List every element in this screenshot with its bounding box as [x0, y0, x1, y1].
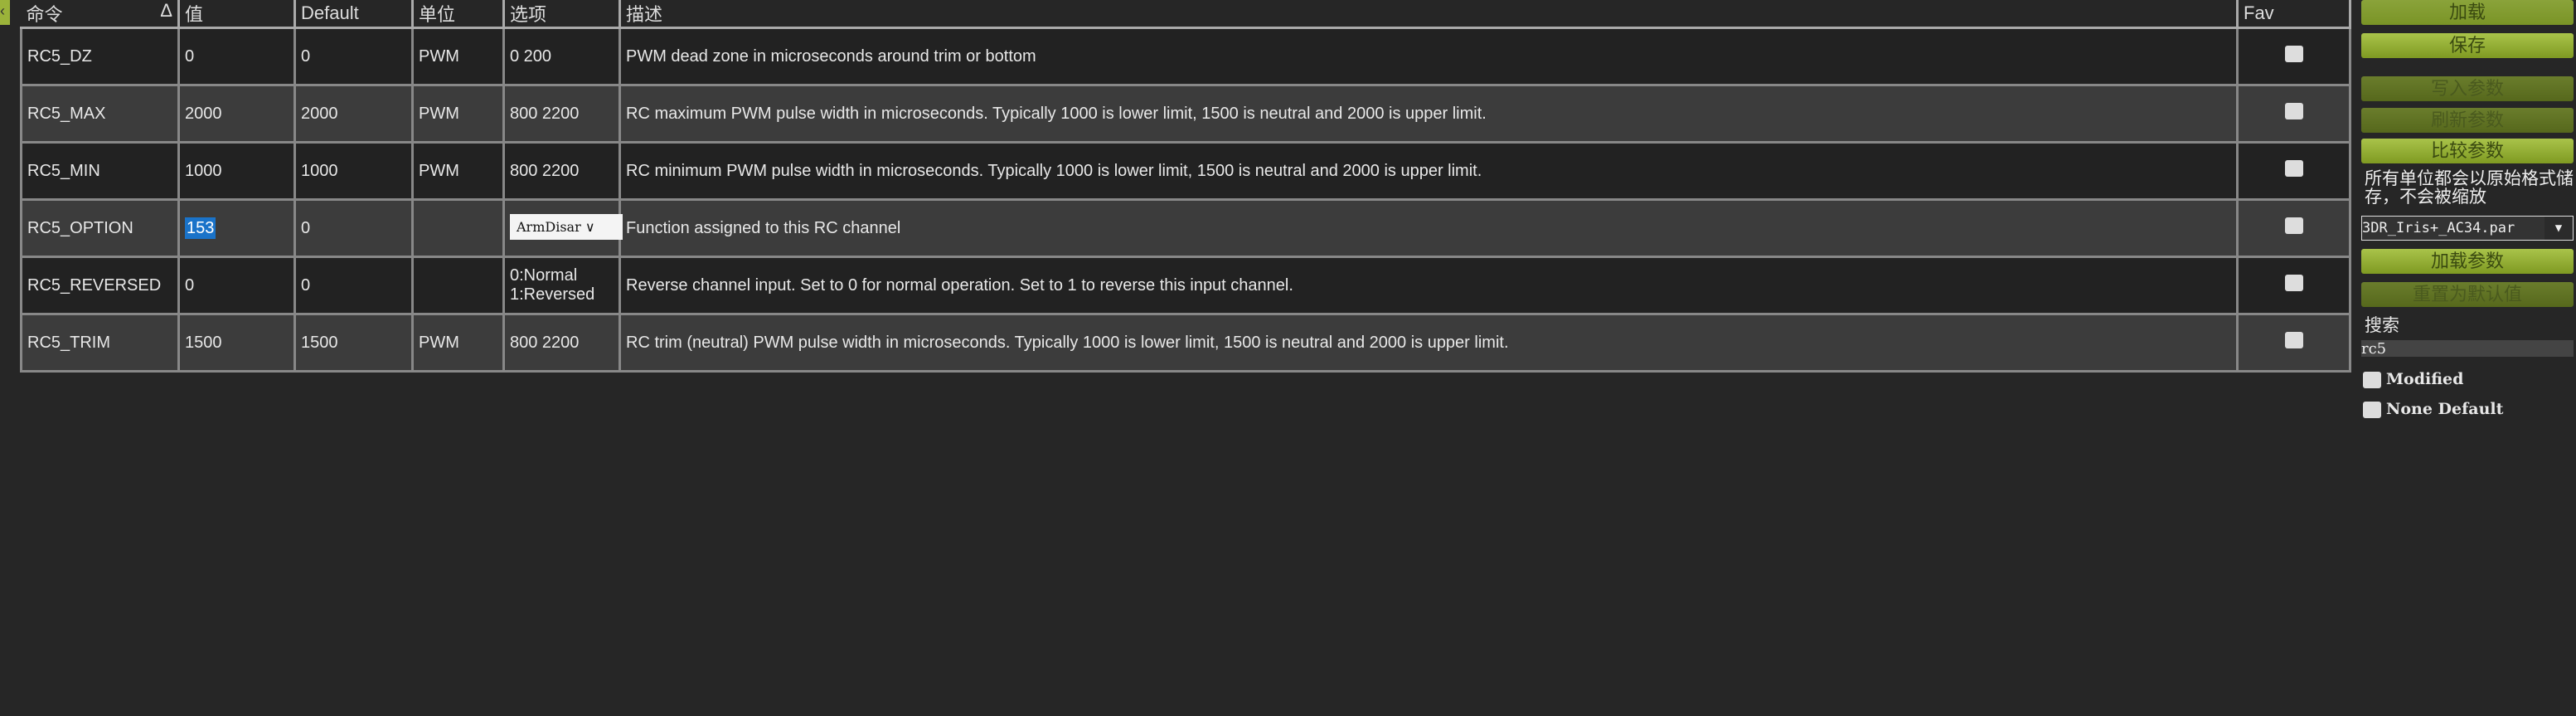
save-button[interactable]: 保存 — [2361, 33, 2574, 58]
cell-command: RC5_MIN — [20, 141, 180, 201]
param-file-select[interactable]: 3DR_Iris+_AC34.par ▼ — [2361, 216, 2574, 241]
cell-value[interactable]: 2000 — [177, 84, 296, 144]
reset-default-button[interactable]: 重置为默认值 — [2361, 282, 2574, 307]
options-text: 800 2200 — [510, 333, 580, 352]
cell-units — [411, 256, 505, 315]
cell-units — [411, 198, 505, 258]
table-row[interactable]: RC5_MIN 1000 1000 PWM 800 2200 RC minimu… — [20, 141, 2351, 201]
cell-fav[interactable] — [2236, 27, 2351, 86]
cell-description: Reverse channel input. Set to 0 for norm… — [619, 256, 2239, 315]
table-row[interactable]: RC5_OPTION 153 0 ArmDisar ∨ Function ass… — [20, 198, 2351, 258]
value-text[interactable]: 0 — [185, 47, 194, 66]
cell-command: RC5_REVERSED — [20, 256, 180, 315]
cell-default: 2000 — [293, 84, 414, 144]
fav-checkbox[interactable] — [2284, 332, 2303, 348]
value-text[interactable]: 0 — [185, 276, 194, 295]
cell-description: RC maximum PWM pulse width in microsecon… — [619, 84, 2239, 144]
param-file-value: 3DR_Iris+_AC34.par — [2362, 220, 2515, 236]
header-default[interactable]: Default — [294, 0, 414, 29]
modified-label: Modified — [2386, 370, 2464, 388]
header-command[interactable]: 命令 Δ — [21, 0, 180, 29]
value-text[interactable]: 2000 — [185, 105, 222, 123]
cell-fav[interactable] — [2236, 141, 2351, 201]
cell-default: 0 — [293, 27, 414, 86]
cell-options: 800 2200 — [502, 141, 621, 201]
chevron-down-icon: ∨ — [585, 218, 595, 235]
cell-options: 0:Normal 1:Reversed — [502, 256, 621, 315]
cell-fav[interactable] — [2236, 256, 2351, 315]
cell-options: 800 2200 — [502, 84, 621, 144]
checkbox-icon[interactable] — [2363, 372, 2381, 388]
checkbox-icon[interactable] — [2363, 402, 2381, 418]
sort-icon: Δ — [160, 0, 172, 21]
cell-options: 800 2200 — [502, 313, 621, 373]
search-label: 搜索 — [2365, 316, 2399, 335]
cell-value[interactable]: 153 — [177, 198, 296, 258]
fav-checkbox[interactable] — [2284, 275, 2303, 291]
params-table: 命令 Δ 值 Default 单位 选项 描述 Fav RC5_DZ 0 0 PW… — [20, 0, 2351, 373]
cell-options: 0 200 — [502, 27, 621, 86]
header-value[interactable]: 值 — [178, 0, 296, 29]
cell-default: 1500 — [293, 313, 414, 373]
cell-command: RC5_MAX — [20, 84, 180, 144]
table-row[interactable]: RC5_MAX 2000 2000 PWM 800 2200 RC maximu… — [20, 84, 2351, 144]
cell-description: Function assigned to this RC channel — [619, 198, 2239, 258]
options-text: 800 2200 — [510, 104, 580, 123]
cell-units: PWM — [411, 141, 505, 201]
fav-checkbox[interactable] — [2284, 103, 2303, 119]
cell-units: PWM — [411, 27, 505, 86]
fav-checkbox[interactable] — [2284, 160, 2303, 177]
option-select[interactable]: ArmDisar ∨ — [510, 213, 623, 240]
chevron-down-icon[interactable]: ▼ — [2544, 217, 2573, 240]
fav-checkbox[interactable] — [2284, 217, 2303, 234]
fav-checkbox[interactable] — [2284, 46, 2303, 62]
cell-fav[interactable] — [2236, 84, 2351, 144]
cell-value[interactable]: 1500 — [177, 313, 296, 373]
options-text: 800 2200 — [510, 161, 580, 180]
cell-default: 0 — [293, 198, 414, 258]
load-params-button[interactable]: 加载参数 — [2361, 249, 2574, 274]
cell-value[interactable]: 0 — [177, 27, 296, 86]
value-text[interactable]: 1000 — [185, 162, 222, 180]
value-text[interactable]: 1500 — [185, 334, 222, 352]
write-params-button[interactable]: 写入参数 — [2361, 76, 2574, 101]
units-note: 所有单位都会以原始格式储存，不会被缩放 — [2365, 169, 2574, 207]
cell-units: PWM — [411, 313, 505, 373]
cell-value[interactable]: 1000 — [177, 141, 296, 201]
collapse-panel-button[interactable]: ‹ — [0, 0, 10, 25]
cell-command: RC5_OPTION — [20, 198, 180, 258]
table-row[interactable]: RC5_REVERSED 0 0 0:Normal 1:Reversed Rev… — [20, 256, 2351, 315]
cell-description: RC trim (neutral) PWM pulse width in mic… — [619, 313, 2239, 373]
cell-description: PWM dead zone in microseconds around tri… — [619, 27, 2239, 86]
cell-value[interactable]: 0 — [177, 256, 296, 315]
table-row[interactable]: RC5_DZ 0 0 PWM 0 200 PWM dead zone in mi… — [20, 27, 2351, 86]
cell-fav[interactable] — [2236, 198, 2351, 258]
cell-units: PWM — [411, 84, 505, 144]
none-default-checkbox[interactable]: None Default — [2363, 400, 2503, 418]
cell-fav[interactable] — [2236, 313, 2351, 373]
options-text: 0 200 — [510, 46, 552, 66]
options-text: 0:Normal 1:Reversed — [510, 266, 595, 304]
cell-description: RC minimum PWM pulse width in microsecon… — [619, 141, 2239, 201]
header-fav[interactable]: Fav — [2237, 0, 2351, 29]
header-units[interactable]: 单位 — [412, 0, 505, 29]
header-options[interactable]: 选项 — [503, 0, 621, 29]
search-input[interactable] — [2361, 340, 2574, 357]
none-default-label: None Default — [2386, 400, 2504, 418]
modified-checkbox[interactable]: Modified — [2363, 370, 2463, 388]
cell-default: 1000 — [293, 141, 414, 201]
header-description[interactable]: 描述 — [619, 0, 2239, 29]
cell-command: RC5_DZ — [20, 27, 180, 86]
load-button[interactable]: 加载 — [2361, 0, 2574, 25]
cell-command: RC5_TRIM — [20, 313, 180, 373]
refresh-params-button[interactable]: 刷新参数 — [2361, 108, 2574, 133]
cell-options: ArmDisar ∨ — [502, 198, 623, 258]
cell-default: 0 — [293, 256, 414, 315]
table-row[interactable]: RC5_TRIM 1500 1500 PWM 800 2200 RC trim … — [20, 313, 2351, 373]
value-text[interactable]: 153 — [185, 217, 216, 239]
compare-params-button[interactable]: 比较参数 — [2361, 139, 2574, 163]
